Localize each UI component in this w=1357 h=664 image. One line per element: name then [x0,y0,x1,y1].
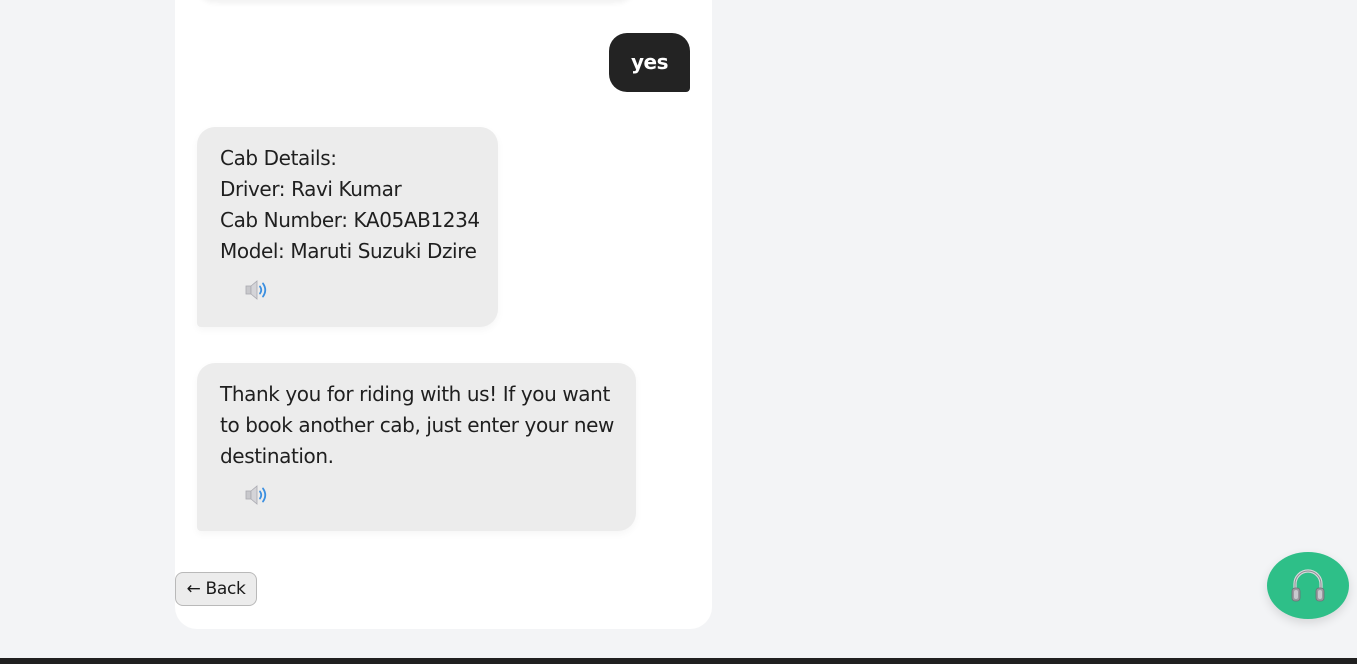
cab-details-heading: Cab Details: [220,146,337,170]
speaker-icon[interactable] [245,279,271,301]
bottom-edge-bar [0,658,1357,664]
cab-model: Model: Maruti Suzuki Dzire [220,239,477,263]
page: yes Cab Details: Driver: Ravi Kumar Cab … [0,0,1357,664]
user-message-bubble: yes [608,33,690,92]
closing-message-text: Thank you for riding with us! If you wan… [220,382,615,468]
speaker-icon[interactable] [245,484,271,506]
cab-details-bubble: Cab Details: Driver: Ravi Kumar Cab Numb… [197,127,498,327]
support-button[interactable] [1267,552,1349,619]
back-button[interactable]: ← Back [175,572,257,606]
driver-name: Driver: Ravi Kumar [220,177,402,201]
closing-message-bubble: Thank you for riding with us! If you wan… [197,363,636,531]
chat-panel: yes Cab Details: Driver: Ravi Kumar Cab … [175,0,712,629]
cab-number: Cab Number: KA05AB1234 [220,208,480,232]
